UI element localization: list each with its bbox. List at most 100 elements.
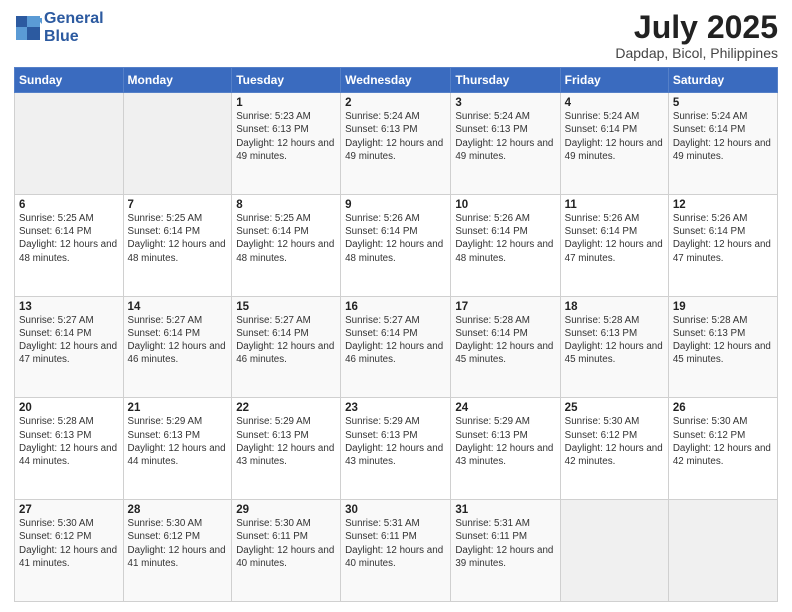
calendar-cell: 5Sunrise: 5:24 AM Sunset: 6:14 PM Daylig… bbox=[668, 93, 777, 195]
calendar-week-row: 6Sunrise: 5:25 AM Sunset: 6:14 PM Daylig… bbox=[15, 194, 778, 296]
calendar-cell: 9Sunrise: 5:26 AM Sunset: 6:14 PM Daylig… bbox=[341, 194, 451, 296]
day-detail: Sunrise: 5:23 AM Sunset: 6:13 PM Dayligh… bbox=[236, 110, 336, 163]
calendar-cell: 27Sunrise: 5:30 AM Sunset: 6:12 PM Dayli… bbox=[15, 500, 124, 602]
day-number: 15 bbox=[236, 301, 336, 313]
day-detail: Sunrise: 5:30 AM Sunset: 6:11 PM Dayligh… bbox=[236, 517, 336, 570]
day-detail: Sunrise: 5:30 AM Sunset: 6:12 PM Dayligh… bbox=[19, 517, 119, 570]
day-number: 8 bbox=[236, 199, 336, 211]
day-detail: Sunrise: 5:24 AM Sunset: 6:14 PM Dayligh… bbox=[565, 110, 664, 163]
day-detail: Sunrise: 5:28 AM Sunset: 6:13 PM Dayligh… bbox=[19, 415, 119, 468]
weekday-monday: Monday bbox=[123, 68, 232, 93]
weekday-wednesday: Wednesday bbox=[341, 68, 451, 93]
day-number: 5 bbox=[673, 97, 773, 109]
day-number: 1 bbox=[236, 97, 336, 109]
day-number: 24 bbox=[455, 402, 555, 414]
day-detail: Sunrise: 5:28 AM Sunset: 6:13 PM Dayligh… bbox=[673, 314, 773, 367]
title-block: July 2025 Dapdap, Bicol, Philippines bbox=[615, 10, 778, 61]
calendar-week-row: 27Sunrise: 5:30 AM Sunset: 6:12 PM Dayli… bbox=[15, 500, 778, 602]
calendar-cell: 19Sunrise: 5:28 AM Sunset: 6:13 PM Dayli… bbox=[668, 296, 777, 398]
calendar-cell bbox=[668, 500, 777, 602]
day-detail: Sunrise: 5:27 AM Sunset: 6:14 PM Dayligh… bbox=[19, 314, 119, 367]
calendar-cell: 18Sunrise: 5:28 AM Sunset: 6:13 PM Dayli… bbox=[560, 296, 668, 398]
weekday-thursday: Thursday bbox=[451, 68, 560, 93]
weekday-sunday: Sunday bbox=[15, 68, 124, 93]
calendar-cell: 17Sunrise: 5:28 AM Sunset: 6:14 PM Dayli… bbox=[451, 296, 560, 398]
day-number: 18 bbox=[565, 301, 664, 313]
calendar-cell: 12Sunrise: 5:26 AM Sunset: 6:14 PM Dayli… bbox=[668, 194, 777, 296]
weekday-friday: Friday bbox=[560, 68, 668, 93]
day-number: 26 bbox=[673, 402, 773, 414]
logo: General Blue bbox=[14, 10, 104, 45]
calendar-cell: 3Sunrise: 5:24 AM Sunset: 6:13 PM Daylig… bbox=[451, 93, 560, 195]
calendar-cell bbox=[560, 500, 668, 602]
day-number: 12 bbox=[673, 199, 773, 211]
day-number: 6 bbox=[19, 199, 119, 211]
calendar-week-row: 20Sunrise: 5:28 AM Sunset: 6:13 PM Dayli… bbox=[15, 398, 778, 500]
calendar-cell: 23Sunrise: 5:29 AM Sunset: 6:13 PM Dayli… bbox=[341, 398, 451, 500]
day-detail: Sunrise: 5:28 AM Sunset: 6:13 PM Dayligh… bbox=[565, 314, 664, 367]
calendar-cell: 10Sunrise: 5:26 AM Sunset: 6:14 PM Dayli… bbox=[451, 194, 560, 296]
day-detail: Sunrise: 5:26 AM Sunset: 6:14 PM Dayligh… bbox=[565, 212, 664, 265]
day-number: 27 bbox=[19, 504, 119, 516]
calendar-week-row: 1Sunrise: 5:23 AM Sunset: 6:13 PM Daylig… bbox=[15, 93, 778, 195]
day-detail: Sunrise: 5:31 AM Sunset: 6:11 PM Dayligh… bbox=[345, 517, 446, 570]
calendar-cell: 11Sunrise: 5:26 AM Sunset: 6:14 PM Dayli… bbox=[560, 194, 668, 296]
day-number: 19 bbox=[673, 301, 773, 313]
day-number: 2 bbox=[345, 97, 446, 109]
calendar-cell: 14Sunrise: 5:27 AM Sunset: 6:14 PM Dayli… bbox=[123, 296, 232, 398]
calendar-cell bbox=[15, 93, 124, 195]
weekday-header-row: SundayMondayTuesdayWednesdayThursdayFrid… bbox=[15, 68, 778, 93]
day-detail: Sunrise: 5:27 AM Sunset: 6:14 PM Dayligh… bbox=[345, 314, 446, 367]
day-detail: Sunrise: 5:29 AM Sunset: 6:13 PM Dayligh… bbox=[236, 415, 336, 468]
day-number: 25 bbox=[565, 402, 664, 414]
calendar-cell: 25Sunrise: 5:30 AM Sunset: 6:12 PM Dayli… bbox=[560, 398, 668, 500]
day-number: 3 bbox=[455, 97, 555, 109]
calendar-cell: 6Sunrise: 5:25 AM Sunset: 6:14 PM Daylig… bbox=[15, 194, 124, 296]
day-detail: Sunrise: 5:26 AM Sunset: 6:14 PM Dayligh… bbox=[455, 212, 555, 265]
day-detail: Sunrise: 5:25 AM Sunset: 6:14 PM Dayligh… bbox=[19, 212, 119, 265]
day-number: 11 bbox=[565, 199, 664, 211]
weekday-tuesday: Tuesday bbox=[232, 68, 341, 93]
calendar-cell: 30Sunrise: 5:31 AM Sunset: 6:11 PM Dayli… bbox=[341, 500, 451, 602]
day-number: 23 bbox=[345, 402, 446, 414]
day-number: 14 bbox=[128, 301, 228, 313]
calendar-header: SundayMondayTuesdayWednesdayThursdayFrid… bbox=[15, 68, 778, 93]
day-detail: Sunrise: 5:29 AM Sunset: 6:13 PM Dayligh… bbox=[455, 415, 555, 468]
day-number: 20 bbox=[19, 402, 119, 414]
header: General Blue July 2025 Dapdap, Bicol, Ph… bbox=[14, 10, 778, 61]
day-number: 22 bbox=[236, 402, 336, 414]
day-detail: Sunrise: 5:29 AM Sunset: 6:13 PM Dayligh… bbox=[345, 415, 446, 468]
day-number: 4 bbox=[565, 97, 664, 109]
calendar-cell bbox=[123, 93, 232, 195]
weekday-saturday: Saturday bbox=[668, 68, 777, 93]
day-detail: Sunrise: 5:29 AM Sunset: 6:13 PM Dayligh… bbox=[128, 415, 228, 468]
day-detail: Sunrise: 5:31 AM Sunset: 6:11 PM Dayligh… bbox=[455, 517, 555, 570]
calendar-cell: 2Sunrise: 5:24 AM Sunset: 6:13 PM Daylig… bbox=[341, 93, 451, 195]
logo-icon bbox=[14, 14, 42, 42]
location: Dapdap, Bicol, Philippines bbox=[615, 45, 778, 61]
day-detail: Sunrise: 5:27 AM Sunset: 6:14 PM Dayligh… bbox=[128, 314, 228, 367]
day-number: 7 bbox=[128, 199, 228, 211]
day-number: 29 bbox=[236, 504, 336, 516]
day-detail: Sunrise: 5:25 AM Sunset: 6:14 PM Dayligh… bbox=[236, 212, 336, 265]
calendar-table: SundayMondayTuesdayWednesdayThursdayFrid… bbox=[14, 67, 778, 602]
calendar-cell: 4Sunrise: 5:24 AM Sunset: 6:14 PM Daylig… bbox=[560, 93, 668, 195]
day-detail: Sunrise: 5:24 AM Sunset: 6:14 PM Dayligh… bbox=[673, 110, 773, 163]
page: General Blue July 2025 Dapdap, Bicol, Ph… bbox=[0, 0, 792, 612]
day-number: 17 bbox=[455, 301, 555, 313]
calendar-cell: 22Sunrise: 5:29 AM Sunset: 6:13 PM Dayli… bbox=[232, 398, 341, 500]
day-detail: Sunrise: 5:26 AM Sunset: 6:14 PM Dayligh… bbox=[345, 212, 446, 265]
day-detail: Sunrise: 5:30 AM Sunset: 6:12 PM Dayligh… bbox=[128, 517, 228, 570]
calendar-week-row: 13Sunrise: 5:27 AM Sunset: 6:14 PM Dayli… bbox=[15, 296, 778, 398]
calendar-cell: 31Sunrise: 5:31 AM Sunset: 6:11 PM Dayli… bbox=[451, 500, 560, 602]
day-number: 28 bbox=[128, 504, 228, 516]
day-detail: Sunrise: 5:24 AM Sunset: 6:13 PM Dayligh… bbox=[345, 110, 446, 163]
calendar-cell: 7Sunrise: 5:25 AM Sunset: 6:14 PM Daylig… bbox=[123, 194, 232, 296]
day-number: 13 bbox=[19, 301, 119, 313]
day-number: 21 bbox=[128, 402, 228, 414]
calendar-body: 1Sunrise: 5:23 AM Sunset: 6:13 PM Daylig… bbox=[15, 93, 778, 602]
day-number: 30 bbox=[345, 504, 446, 516]
month-year: July 2025 bbox=[615, 10, 778, 45]
logo-text: General Blue bbox=[44, 10, 104, 45]
calendar-cell: 29Sunrise: 5:30 AM Sunset: 6:11 PM Dayli… bbox=[232, 500, 341, 602]
